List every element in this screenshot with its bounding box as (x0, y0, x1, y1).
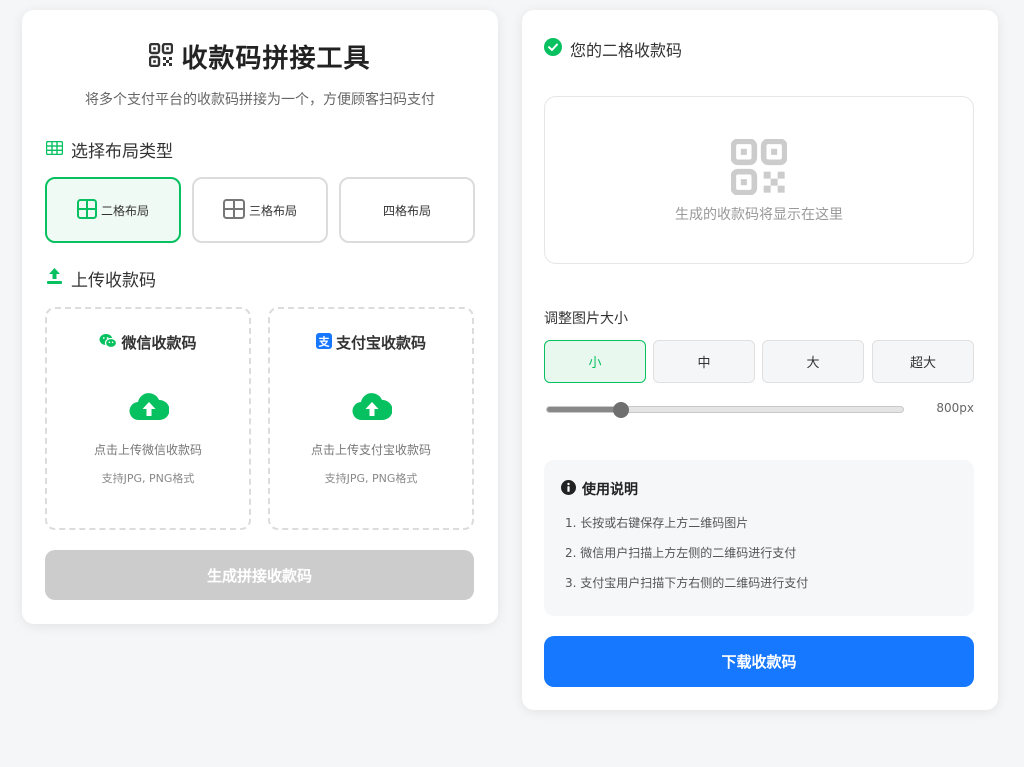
guide-step: 3. 支付宝用户扫描下方右侧的二维码进行支付 (565, 576, 809, 590)
result-title: 您的二格收款码 (570, 41, 683, 60)
layout-option-two-grid[interactable]: 二格布局 (45, 177, 181, 243)
size-value: 800px (936, 401, 974, 415)
app-header: 收款码拼接工具 (22, 38, 498, 75)
wechat-upload-dropzone[interactable]: 微信收款码 点击上传微信收款码 支持JPG, PNG格式 (45, 307, 251, 530)
upload-section-heading: 上传收款码 (46, 266, 156, 291)
wechat-upload-format: 支持JPG, PNG格式 (101, 472, 195, 485)
upload-icon (46, 267, 63, 290)
alipay-upload-format: 支持JPG, PNG格式 (324, 472, 418, 485)
download-button[interactable]: 下载收款码 (544, 636, 974, 687)
layout-option-three-grid[interactable]: 三格布局 (192, 177, 328, 243)
generate-button[interactable]: 生成拼接收款码 (45, 550, 474, 600)
alipay-upload-label: 支付宝收款码 (335, 334, 426, 352)
qrcode-placeholder-icon (730, 138, 788, 199)
size-slider-thumb[interactable] (613, 402, 630, 418)
layout-option-label: 四格布局 (382, 203, 431, 218)
layout-section-label: 选择布局类型 (71, 142, 173, 162)
size-slider-track[interactable] (546, 406, 904, 413)
svg-text:支: 支 (317, 334, 330, 348)
layout-option-label: 三格布局 (248, 203, 297, 218)
wechat-upload-title: 微信收款码 (47, 332, 249, 353)
cloud-upload-icon (352, 391, 393, 425)
size-option-medium[interactable]: 中 (653, 340, 755, 383)
layout-section-heading: 选择布局类型 (45, 137, 173, 162)
page-subtitle: 将多个支付平台的收款码拼接为一个，方便顾客扫码支付 (85, 92, 435, 108)
result-header: 您的二格收款码 (544, 37, 682, 61)
page-title: 收款码拼接工具 (181, 44, 371, 74)
wechat-icon (99, 333, 118, 353)
grid-two-icon (76, 198, 97, 222)
alipay-upload-title: 支 支付宝收款码 (270, 332, 472, 353)
cloud-upload-icon (129, 391, 170, 425)
usage-guide: 使用说明 1. 长按或右键保存上方二维码图片 2. 微信用户扫描上方左侧的二维码… (544, 460, 974, 616)
info-icon (561, 479, 576, 499)
guide-step: 2. 微信用户扫描上方左侧的二维码进行支付 (565, 546, 797, 560)
upload-section-label: 上传收款码 (71, 271, 156, 291)
guide-title: 使用说明 (582, 482, 638, 498)
qrcode-preview-area: 生成的收款码将显示在这里 (544, 96, 974, 264)
alipay-icon: 支 (315, 332, 332, 353)
size-option-small[interactable]: 小 (544, 340, 646, 383)
alipay-upload-dropzone[interactable]: 支 支付宝收款码 点击上传支付宝收款码 支持JPG, PNG格式 (268, 307, 474, 530)
layout-option-label: 二格布局 (100, 203, 149, 218)
size-label: 调整图片大小 (544, 311, 628, 327)
alipay-upload-hint: 点击上传支付宝收款码 (310, 443, 431, 457)
guide-step: 1. 长按或右键保存上方二维码图片 (565, 516, 749, 530)
wechat-upload-hint: 点击上传微信收款码 (93, 443, 202, 457)
size-option-large[interactable]: 大 (762, 340, 864, 383)
wechat-upload-label: 微信收款码 (121, 334, 197, 352)
preview-placeholder-text: 生成的收款码将显示在这里 (675, 207, 843, 223)
check-circle-icon (544, 38, 562, 60)
size-option-xlarge[interactable]: 超大 (872, 340, 974, 383)
config-panel: 收款码拼接工具 将多个支付平台的收款码拼接为一个，方便顾客扫码支付 选择布局类型… (22, 10, 498, 624)
grid-three-icon (222, 198, 245, 222)
size-slider-fill (547, 407, 623, 412)
result-panel: 您的二格收款码 生成的收款码将显示在这里 调整图片大小 小 中 大 超大 800… (522, 10, 998, 710)
guide-header: 使用说明 (561, 479, 638, 499)
table-icon (45, 140, 64, 160)
qrcode-icon (149, 42, 174, 71)
layout-option-four-grid[interactable]: 四格布局 (339, 177, 475, 243)
